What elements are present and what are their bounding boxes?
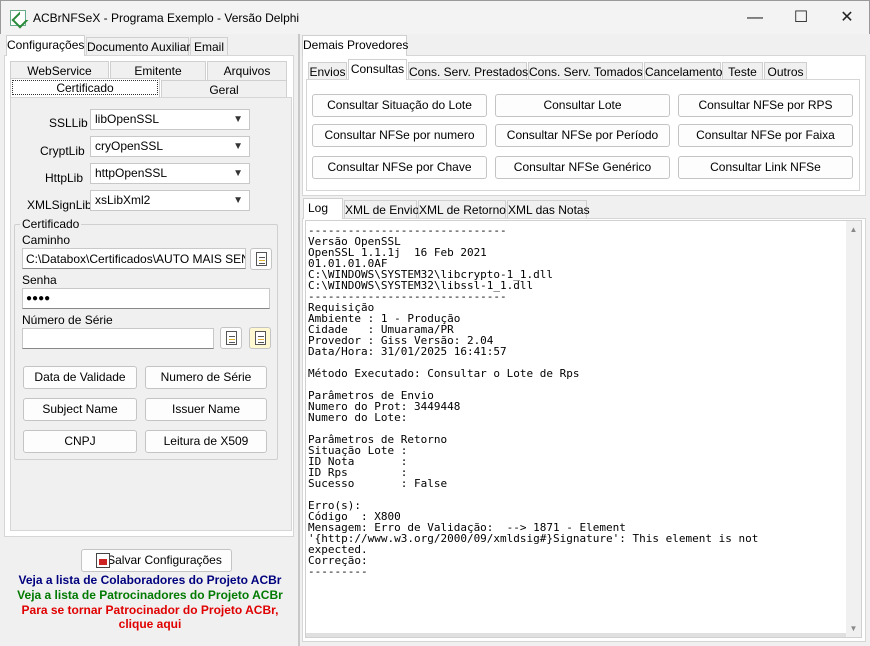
ssllib-select[interactable]: libOpenSSL ▼ [90, 109, 250, 130]
tab-documento-auxiliar[interactable]: Documento Auxiliar [86, 37, 190, 56]
select-certificate-button[interactable] [220, 327, 242, 349]
chevron-down-icon: ▼ [233, 114, 243, 125]
maximize-button[interactable]: ☐ [778, 1, 824, 35]
cryptlib-label: CryptLib [40, 144, 85, 158]
consultar-nfse-generico-button[interactable]: Consultar NFSe Genérico [495, 156, 670, 179]
cryptlib-value: cryOpenSSL [95, 139, 164, 153]
consultar-nfse-chave-button[interactable]: Consultar NFSe por Chave [312, 156, 487, 179]
save-config-button[interactable]: Salvar Configurações [81, 549, 232, 572]
xmlsignlib-select[interactable]: xsLibXml2 ▼ [90, 190, 250, 211]
consultar-nfse-periodo-button[interactable]: Consultar NFSe por Período [495, 124, 670, 147]
consultar-link-nfse-button[interactable]: Consultar Link NFSe [678, 156, 853, 179]
issuer-name-button[interactable]: Issuer Name [145, 398, 267, 421]
consultar-nfse-faixa-button[interactable]: Consultar NFSe por Faixa [678, 124, 853, 147]
consultar-nfse-rps-button[interactable]: Consultar NFSe por RPS [678, 94, 853, 117]
patrocinar-link-1[interactable]: Para se tornar Patrocinador do Projeto A… [6, 603, 294, 617]
log-memo[interactable]: ------------------------------ Versão Op… [305, 220, 862, 638]
app-icon [10, 10, 26, 26]
senha-field[interactable]: ●●●● [22, 288, 270, 309]
minimize-button[interactable]: — [732, 1, 778, 35]
browse-file-button[interactable] [250, 248, 272, 270]
consultar-lote-button[interactable]: Consultar Lote [495, 94, 670, 117]
tab-consultas[interactable]: Consultas [348, 59, 407, 80]
tab-log[interactable]: Log [303, 198, 343, 219]
window-title: ACBrNFSeX - Programa Exemplo - Versão De… [33, 11, 300, 25]
log-hscrollbar[interactable] [306, 633, 846, 637]
httplib-select[interactable]: httpOpenSSL ▼ [90, 163, 250, 184]
data-validade-button[interactable]: Data de Validade [23, 366, 137, 389]
caminho-field[interactable]: C:\Databox\Certificados\AUTO MAIS SENHA … [22, 248, 246, 269]
log-scrollbar[interactable]: ▲ ▼ [846, 221, 861, 637]
numero-serie-field[interactable] [22, 328, 214, 349]
cnpj-button[interactable]: CNPJ [23, 430, 137, 453]
tab-xml-envio[interactable]: XML de Envio [344, 200, 419, 219]
tab-xml-retorno[interactable]: XML de Retorno [418, 200, 506, 219]
tab-certificado[interactable]: Certificado [10, 78, 160, 97]
scroll-down-icon[interactable]: ▼ [849, 624, 858, 633]
patrocinadores-link[interactable]: Veja a lista de Patrocinadores do Projet… [6, 588, 294, 602]
consultar-nfse-numero-button[interactable]: Consultar NFSe por numero [312, 124, 487, 147]
tab-xml-notas[interactable]: XML das Notas [507, 200, 590, 219]
save-config-label: Salvar Configurações [107, 553, 222, 567]
xmlsignlib-value: xsLibXml2 [95, 193, 151, 207]
close-button[interactable]: ✕ [824, 1, 870, 35]
scroll-up-icon[interactable]: ▲ [849, 225, 858, 234]
file-icon [256, 252, 267, 266]
consultar-situacao-lote-button[interactable]: Consultar Situação do Lote [312, 94, 487, 117]
numero-serie-label: Número de Série [22, 313, 113, 327]
chevron-down-icon: ▼ [233, 168, 243, 179]
colaboradores-link[interactable]: Veja a lista de Colaboradores do Projeto… [6, 573, 294, 587]
leitura-x509-button[interactable]: Leitura de X509 [145, 430, 267, 453]
certificate-info-icon [255, 331, 266, 345]
save-icon [96, 553, 110, 568]
ssllib-value: libOpenSSL [95, 112, 160, 126]
splitter[interactable] [298, 34, 300, 646]
httplib-value: httpOpenSSL [95, 166, 168, 180]
chevron-down-icon: ▼ [233, 195, 243, 206]
httplib-label: HttpLib [45, 171, 84, 185]
tab-configuracoes[interactable]: Configurações [6, 35, 85, 56]
tab-arquivos[interactable]: Arquivos [207, 61, 287, 80]
tab-email[interactable]: Email [190, 37, 228, 56]
certificado-group-label: Certificado [20, 217, 82, 231]
log-text: ------------------------------ Versão Op… [308, 224, 759, 578]
tab-demais-provedores[interactable]: Demais Provedores [302, 35, 408, 56]
numero-serie-button[interactable]: Numero de Série [145, 366, 267, 389]
subject-name-button[interactable]: Subject Name [23, 398, 137, 421]
title-bar: ACBrNFSeX - Programa Exemplo - Versão De… [0, 0, 870, 34]
senha-label: Senha [22, 273, 57, 287]
chevron-down-icon: ▼ [233, 141, 243, 152]
xmlsignlib-label: XMLSignLib [27, 198, 92, 212]
ssllib-label: SSLLib [49, 116, 88, 130]
certificate-icon [226, 331, 237, 345]
certificate-info-button[interactable] [249, 327, 271, 349]
patrocinar-link-2[interactable]: clique aqui [6, 617, 294, 631]
caminho-label: Caminho [22, 233, 71, 247]
cryptlib-select[interactable]: cryOpenSSL ▼ [90, 136, 250, 157]
